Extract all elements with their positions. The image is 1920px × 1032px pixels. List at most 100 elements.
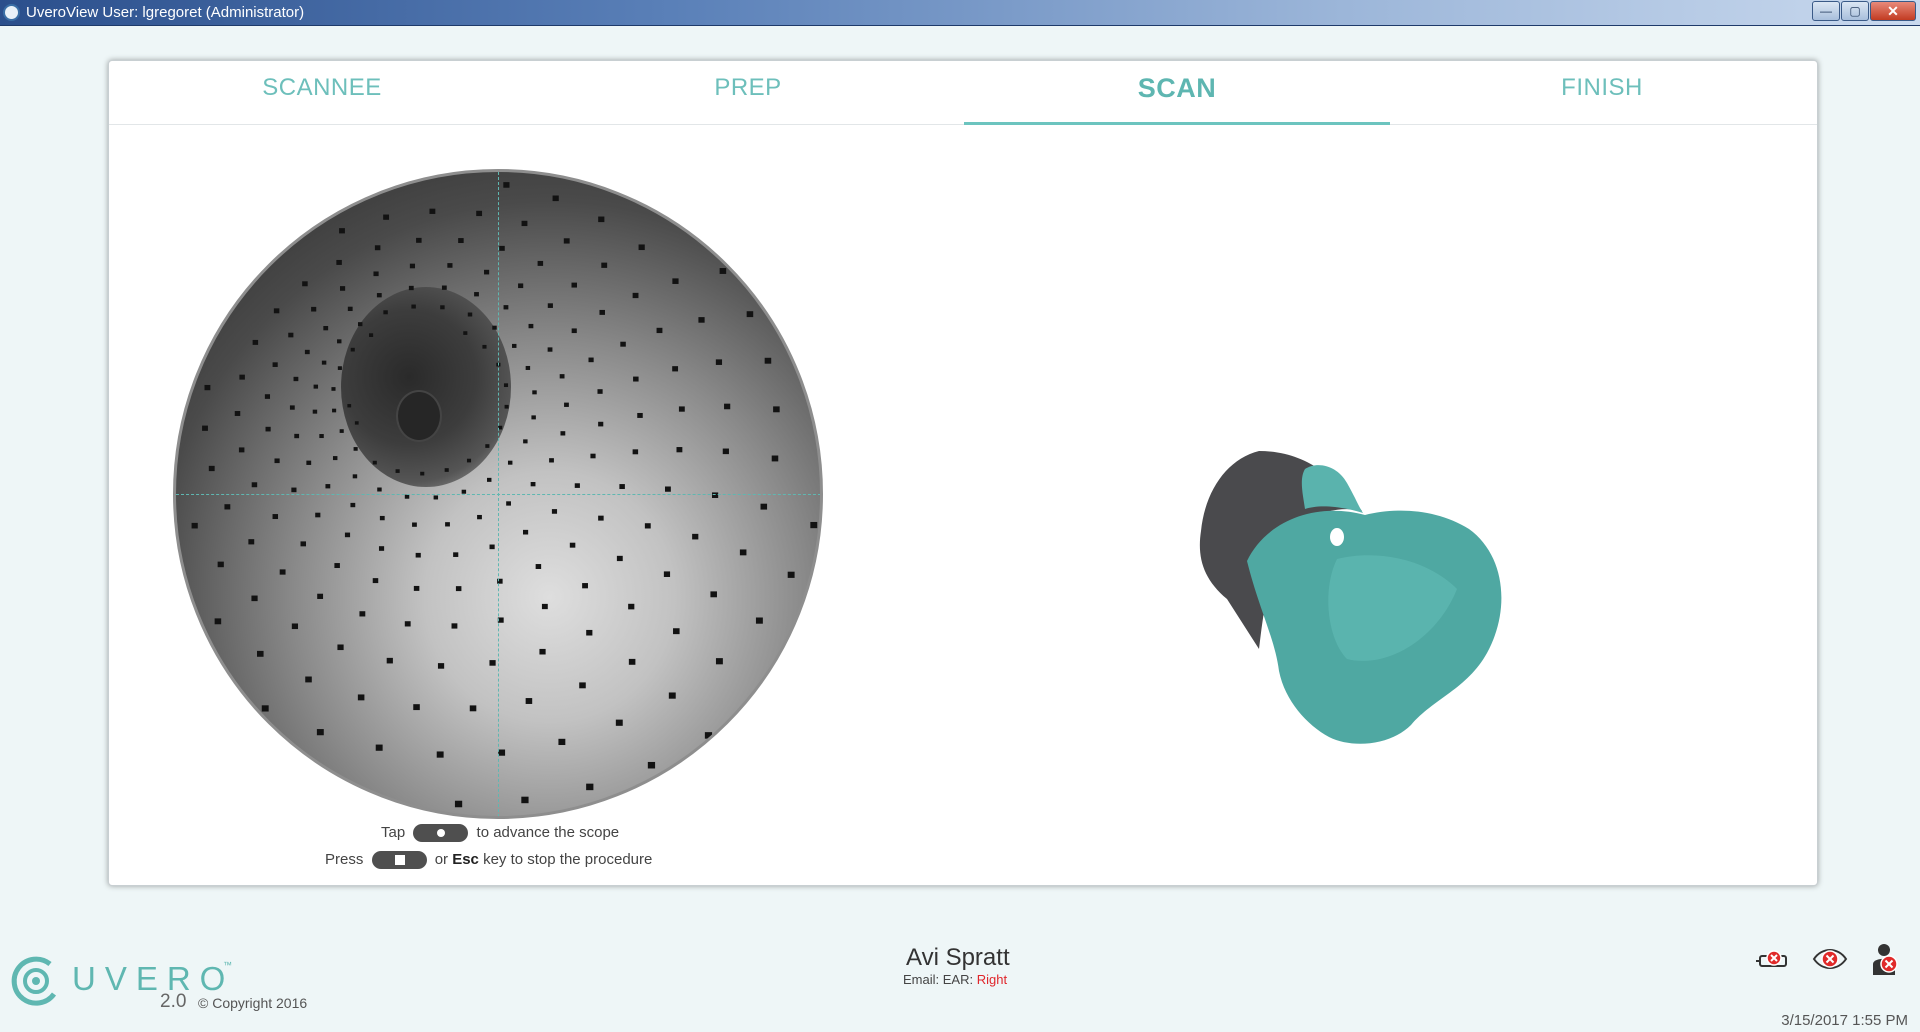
projected-dot bbox=[272, 362, 278, 367]
model-hole bbox=[1330, 528, 1344, 546]
projected-dot bbox=[619, 484, 625, 490]
projected-dot bbox=[339, 286, 346, 291]
advance-instruction: Tap to advance the scope bbox=[381, 824, 619, 843]
tab-prep[interactable]: PREP bbox=[535, 61, 961, 125]
projected-dot bbox=[261, 705, 269, 712]
crosshair-vertical bbox=[498, 172, 499, 816]
projected-dot bbox=[715, 359, 723, 365]
projected-dot bbox=[288, 332, 294, 338]
projected-dot bbox=[372, 460, 377, 465]
app-icon bbox=[3, 4, 20, 21]
projected-dot bbox=[359, 611, 366, 617]
projected-dot bbox=[559, 374, 565, 379]
tab-scan[interactable]: SCAN bbox=[964, 61, 1390, 125]
projected-dot bbox=[489, 660, 496, 666]
projected-dot bbox=[547, 347, 553, 352]
projected-dot bbox=[354, 421, 359, 425]
projected-dot bbox=[560, 431, 566, 436]
datetime-display: 3/15/2017 1:55 PM bbox=[1781, 1012, 1908, 1029]
projected-dot bbox=[656, 327, 663, 334]
ear-3d-model[interactable] bbox=[1187, 439, 1547, 769]
projected-dot bbox=[352, 474, 358, 479]
brand-name: UVERO bbox=[72, 960, 235, 997]
projected-dot bbox=[337, 366, 342, 370]
projected-dot bbox=[272, 514, 279, 520]
projected-dot bbox=[445, 522, 450, 527]
maximize-button[interactable]: ▢ bbox=[1841, 1, 1869, 21]
projected-dot bbox=[383, 214, 390, 220]
projected-dot bbox=[344, 532, 351, 538]
projected-dot bbox=[347, 404, 352, 408]
projected-dot bbox=[319, 434, 324, 439]
projected-dot bbox=[317, 593, 324, 599]
projected-dot bbox=[499, 245, 505, 251]
uvero-logo-icon bbox=[11, 956, 57, 1006]
crosshair-horizontal bbox=[176, 494, 820, 495]
scope-stop-button-icon bbox=[371, 851, 427, 870]
projected-dot bbox=[238, 447, 245, 453]
close-button[interactable]: ✕ bbox=[1870, 1, 1916, 21]
projected-dot bbox=[376, 293, 382, 298]
eye-error-icon[interactable] bbox=[1812, 942, 1848, 976]
projected-dot bbox=[537, 260, 544, 266]
projected-dot bbox=[409, 263, 416, 269]
projected-dot bbox=[535, 564, 542, 569]
projected-dot bbox=[353, 447, 358, 451]
projected-dot bbox=[692, 533, 699, 540]
projected-dot bbox=[719, 268, 727, 274]
projected-dot bbox=[672, 278, 679, 284]
projected-dot bbox=[337, 339, 342, 344]
projected-dot bbox=[466, 458, 472, 463]
tab-finish[interactable]: FINISH bbox=[1389, 61, 1815, 125]
user-error-icon[interactable] bbox=[1868, 942, 1904, 976]
projected-dot bbox=[590, 453, 596, 459]
projected-dot bbox=[598, 515, 604, 521]
projected-dot bbox=[357, 694, 365, 701]
projected-dot bbox=[304, 349, 310, 355]
projected-dot bbox=[404, 494, 410, 499]
projected-dot bbox=[429, 208, 436, 214]
projected-dot bbox=[305, 676, 312, 683]
minimize-button[interactable]: — bbox=[1812, 1, 1840, 21]
projected-dot bbox=[347, 306, 353, 312]
projected-dot bbox=[291, 623, 299, 630]
projected-dot bbox=[375, 744, 383, 751]
projected-dot bbox=[334, 563, 340, 569]
projected-dot bbox=[440, 305, 445, 310]
projected-dot bbox=[455, 586, 462, 592]
projected-dot bbox=[549, 458, 554, 463]
projected-dot bbox=[506, 501, 511, 506]
projected-dot bbox=[350, 347, 355, 352]
projected-dot bbox=[436, 751, 444, 758]
patient-name: Avi Spratt bbox=[906, 944, 1010, 971]
projected-dot bbox=[715, 658, 723, 665]
model-teal-ridge bbox=[1301, 465, 1363, 513]
projected-dot bbox=[395, 469, 400, 473]
camera-error-icon[interactable] bbox=[1756, 942, 1792, 976]
projected-dot bbox=[339, 429, 344, 433]
projected-dot bbox=[451, 623, 458, 629]
projected-dot bbox=[558, 738, 566, 746]
step-tabs: SCANNEE PREP SCAN FINISH bbox=[109, 61, 1817, 125]
projected-dot bbox=[507, 460, 513, 465]
projected-dot bbox=[339, 228, 345, 234]
tab-scannee[interactable]: SCANNEE bbox=[109, 61, 535, 125]
window-title: UveroView User: lgregoret (Administrator… bbox=[26, 4, 305, 21]
projected-dot bbox=[746, 311, 754, 318]
projected-dot bbox=[316, 729, 324, 736]
projected-dot bbox=[477, 514, 482, 520]
projected-dot bbox=[313, 384, 319, 389]
projected-dot bbox=[454, 800, 463, 808]
projected-dot bbox=[512, 343, 517, 348]
projected-dot bbox=[492, 325, 497, 330]
projected-dot bbox=[672, 366, 679, 372]
projected-dot bbox=[498, 749, 506, 756]
projected-dot bbox=[420, 471, 425, 476]
projected-dot bbox=[503, 182, 510, 188]
projected-dot bbox=[620, 341, 626, 347]
projected-dot bbox=[638, 244, 645, 251]
window-titlebar: UveroView User: lgregoret (Administrator… bbox=[0, 0, 1920, 26]
projected-dot bbox=[598, 421, 604, 427]
projected-dot bbox=[294, 433, 300, 439]
projected-dot bbox=[521, 796, 529, 804]
